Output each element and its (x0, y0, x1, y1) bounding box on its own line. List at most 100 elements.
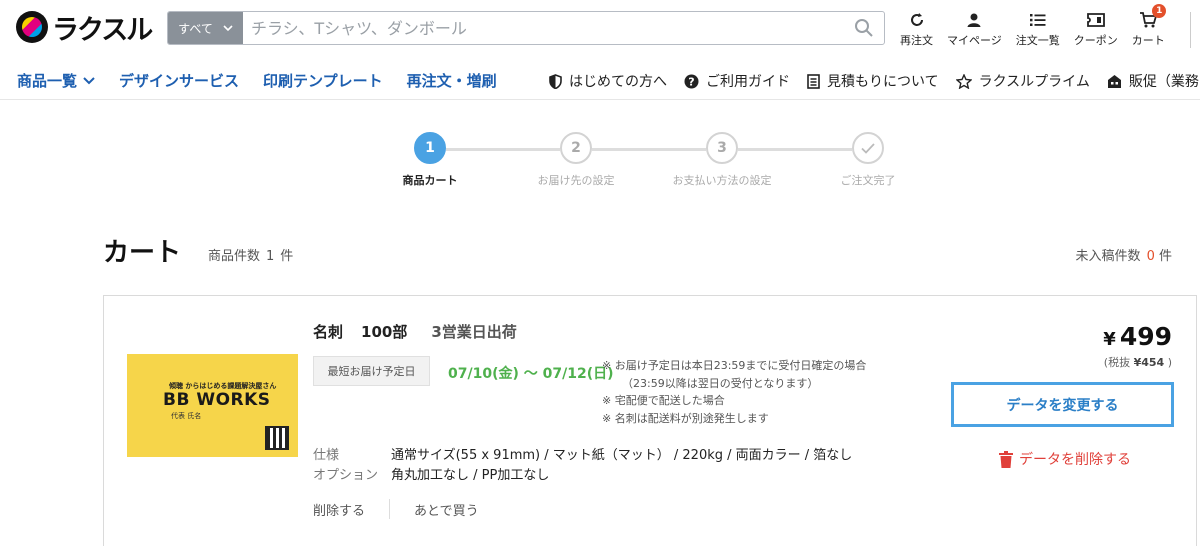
reorder-button[interactable]: 再注文 (893, 10, 940, 48)
step-delivery: 2 お届け先の設定 (521, 132, 631, 188)
thumbnail-subtext: 代表 氏名 (171, 412, 202, 420)
delivery-notes: ※ お届け予定日は本日23:59までに受付日確定の場合 （23:59以降は翌日の… (602, 357, 866, 427)
qr-code-icon (265, 426, 289, 450)
nav-beginners-label: はじめての方へ (569, 74, 667, 90)
spec-label: 仕様 (313, 448, 340, 463)
step-label: ご注文完了 (840, 174, 896, 187)
thumbnail-brand: BB WORKS (163, 390, 271, 410)
step-label: お支払い方法の設定 (672, 174, 772, 187)
list-icon (1029, 14, 1046, 26)
help-icon: ? (684, 74, 699, 88)
search-category-select[interactable]: すべて (168, 12, 243, 44)
option-value: 角丸加工なし / PP加工なし (391, 468, 550, 483)
delivery-date: 07/10(金) 〜 07/12(日) (448, 366, 614, 382)
nav-promo-label: 販促（業務) (1128, 74, 1200, 90)
trash-icon (999, 450, 1013, 468)
item-count-label: 商品件数 (208, 249, 261, 264)
coupon-icon (1086, 13, 1105, 27)
delivery-note: （23:59以降は翌日の受付となります） (622, 376, 819, 390)
logo-mark-icon (16, 11, 48, 43)
nav-prime-label: ラクスルプライム (978, 74, 1090, 90)
raksul-logo[interactable]: ラクスル (16, 10, 153, 46)
item-count: 商品件数 1 件 (208, 245, 293, 264)
item-actions: 削除する あとで買う (313, 499, 479, 519)
nav-estimate[interactable]: 見積もりについて (807, 71, 939, 91)
cart-button[interactable]: 1 カート (1125, 4, 1172, 48)
shipping-days: 3営業日出荷 (431, 323, 517, 341)
delivery-note: ※ お届け予定日は本日23:59までに受付日確定の場合 (602, 359, 867, 372)
nav-promo[interactable]: 販促（業務) (1107, 71, 1200, 91)
cart-item-card: 傾聴 からはじめる課題解決屋さん BB WORKS 代表 氏名 名刺 100部 … (103, 295, 1197, 546)
delivery-note: ※ 宅配便で配送した場合 (602, 394, 725, 407)
mypage-label: マイページ (947, 34, 1002, 47)
delivery-date-label: 最短お届け予定日 (313, 356, 430, 386)
nav-product-list[interactable]: 商品一覧 (17, 70, 95, 91)
chevron-down-icon (223, 24, 233, 31)
coupon-button[interactable]: クーポン (1067, 10, 1125, 48)
product-thumbnail[interactable]: 傾聴 からはじめる課題解決屋さん BB WORKS 代表 氏名 (127, 354, 298, 457)
header-icon-menu: 再注文 マイページ 注文一覧 クーポン 1 カート (893, 4, 1172, 50)
pending-unit: 件 (1158, 249, 1172, 264)
refresh-icon (910, 13, 923, 26)
product-name: 名刺 (313, 323, 344, 341)
delete-data-label: データを削除する (1019, 452, 1131, 468)
nav-product-list-label: 商品一覧 (17, 72, 78, 90)
step-payment: 3 お支払い方法の設定 (667, 132, 777, 188)
nav-prime[interactable]: ラクスルプライム (955, 71, 1090, 91)
step-label: 商品カート (402, 174, 458, 187)
pending-label: 未入稿件数 (1075, 249, 1141, 264)
reorder-label: 再注文 (900, 34, 933, 47)
search-input[interactable] (243, 12, 844, 44)
price-excl-tax: (税抜 ¥454 ) (1104, 354, 1172, 370)
nav-reorder[interactable]: 再注文・増刷 (407, 70, 497, 91)
cart-label: カート (1131, 34, 1165, 47)
delete-data-button[interactable]: データを削除する (999, 449, 1131, 469)
search-category-label: すべて (178, 21, 213, 36)
step-label: お届け先の設定 (537, 174, 615, 187)
site-header: ラクスル すべて 再注文 マイページ 注文一覧 クーポン (0, 0, 1200, 58)
cart-count-badge: 1 (1152, 4, 1167, 18)
main-nav: 商品一覧 デザインサービス 印刷テンプレート 再注文・増刷 はじめての方へ ? … (0, 60, 1200, 100)
step-cart: 1 商品カート (375, 132, 485, 188)
step-number: 1 (414, 132, 446, 164)
building-icon (1107, 74, 1121, 88)
mypage-button[interactable]: マイページ (940, 10, 1009, 48)
change-data-button[interactable]: データを変更する (951, 382, 1174, 427)
price-currency: ¥ (1103, 329, 1116, 350)
star-icon (955, 73, 972, 89)
spec-row: 仕様 通常サイズ(55 x 91mm) / マット紙（マット） / 220kg … (313, 444, 852, 463)
save-for-later-link[interactable]: あとで買う (414, 500, 479, 519)
nav-guide-label: ご利用ガイド (706, 74, 790, 90)
price-value: 499 (1119, 322, 1172, 351)
order-list-button[interactable]: 注文一覧 (1009, 10, 1067, 48)
step-number: 2 (560, 132, 592, 164)
product-title: 名刺 100部 3営業日出荷 (313, 321, 517, 342)
step-number: 3 (706, 132, 738, 164)
coupon-label: クーポン (1073, 34, 1118, 47)
svg-text:?: ? (688, 75, 694, 88)
user-icon (967, 13, 981, 27)
nav-design-service[interactable]: デザインサービス (119, 70, 239, 91)
shield-icon (549, 73, 562, 89)
search-button[interactable] (844, 12, 884, 44)
step-complete-circle (852, 132, 884, 164)
nav-guide[interactable]: ? ご利用ガイド (684, 71, 790, 91)
check-icon (861, 142, 875, 154)
logo-text: ラクスル (52, 14, 153, 46)
item-count-value: 1 (266, 249, 275, 264)
document-icon (807, 73, 820, 89)
nav-beginners[interactable]: はじめての方へ (549, 71, 667, 91)
nav-estimate-label: 見積もりについて (827, 74, 939, 90)
delivery-note: ※ 名刺は配送料が別途発生します (602, 411, 769, 425)
checkout-steps: 1 商品カート 2 お届け先の設定 3 お支払い方法の設定 ご注文完了 (372, 132, 932, 192)
pending-value: 0 (1146, 249, 1155, 264)
chevron-down-icon (83, 76, 95, 84)
nav-print-template[interactable]: 印刷テンプレート (263, 70, 383, 91)
order-list-label: 注文一覧 (1015, 34, 1060, 47)
search-bar: すべて (167, 11, 885, 45)
product-quantity: 100部 (361, 323, 408, 341)
delete-link[interactable]: 削除する (313, 500, 365, 519)
item-count-unit: 件 (280, 249, 294, 264)
option-label: オプション (313, 468, 379, 483)
pending-upload-count: 未入稿件数 0 件 (1076, 245, 1172, 264)
